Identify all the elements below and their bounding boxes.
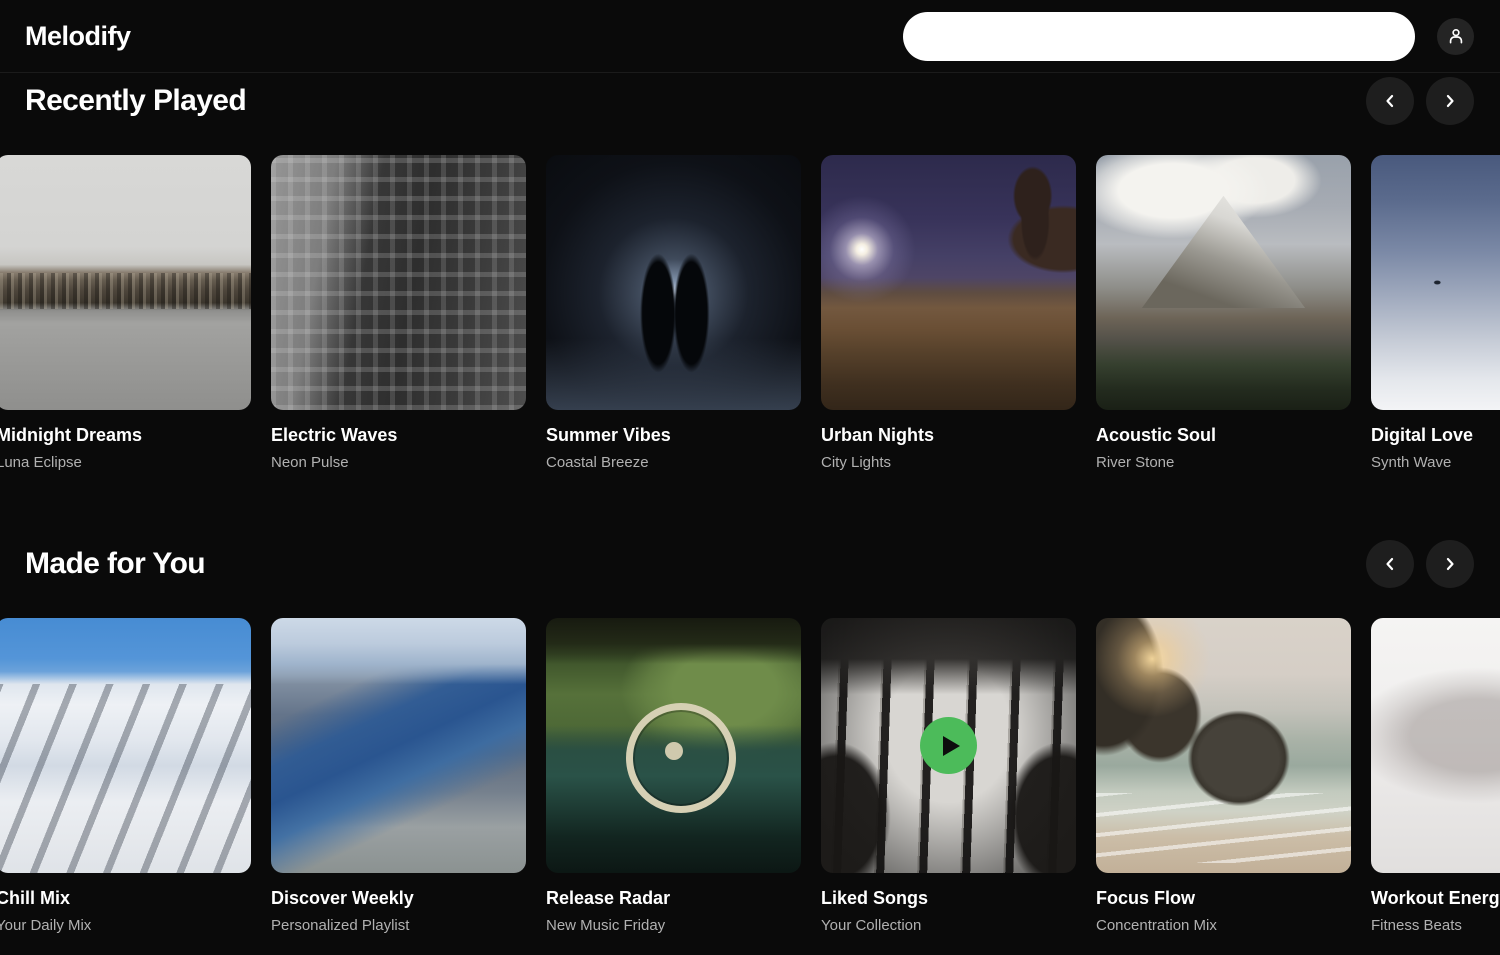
card-title: Liked Songs: [821, 888, 1076, 909]
card-title: Discover Weekly: [271, 888, 526, 909]
playlist-card[interactable]: Electric Waves Neon Pulse: [271, 155, 526, 471]
card-subtitle: New Music Friday: [546, 917, 801, 934]
card-title: Workout Energy: [1371, 888, 1500, 909]
playlist-card[interactable]: Digital Love Synth Wave: [1371, 155, 1500, 471]
card-subtitle: River Stone: [1096, 454, 1351, 471]
carousel-nav: [1366, 540, 1474, 588]
album-art: [0, 618, 251, 873]
playlist-card[interactable]: Summer Vibes Coastal Breeze: [546, 155, 801, 471]
card-title: Release Radar: [546, 888, 801, 909]
playlist-card[interactable]: Discover Weekly Personalized Playlist: [271, 618, 526, 934]
album-art: [1096, 155, 1351, 410]
chevron-right-icon: [1440, 91, 1460, 111]
card-title: Chill Mix: [0, 888, 251, 909]
carousel-next-button[interactable]: [1426, 540, 1474, 588]
card-title: Digital Love: [1371, 425, 1500, 446]
playlist-card[interactable]: Urban Nights City Lights: [821, 155, 1076, 471]
card-subtitle: Concentration Mix: [1096, 917, 1351, 934]
section-header: Recently Played: [0, 77, 1500, 125]
card-title: Focus Flow: [1096, 888, 1351, 909]
app-logo: Melodify: [25, 21, 131, 52]
section-header: Made for You: [0, 540, 1500, 588]
main-content: Recently Played Midnight Dreams Luna E: [0, 77, 1500, 934]
chevron-left-icon: [1380, 91, 1400, 111]
card-title: Electric Waves: [271, 425, 526, 446]
album-art: [1371, 618, 1500, 873]
card-subtitle: Fitness Beats: [1371, 917, 1500, 934]
chevron-right-icon: [1440, 554, 1460, 574]
carousel-nav: [1366, 77, 1474, 125]
profile-button[interactable]: [1437, 18, 1474, 55]
carousel-prev-button[interactable]: [1366, 540, 1414, 588]
album-art: [1096, 618, 1351, 873]
card-subtitle: Your Daily Mix: [0, 917, 251, 934]
album-art: [821, 618, 1076, 873]
album-art: [546, 618, 801, 873]
album-art: [271, 155, 526, 410]
card-title: Midnight Dreams: [0, 425, 251, 446]
card-title: Urban Nights: [821, 425, 1076, 446]
user-icon: [1446, 26, 1466, 46]
section-title: Recently Played: [25, 84, 246, 118]
album-art: [546, 155, 801, 410]
card-subtitle: Neon Pulse: [271, 454, 526, 471]
search-input[interactable]: [903, 12, 1415, 61]
playlist-card[interactable]: Acoustic Soul River Stone: [1096, 155, 1351, 471]
chevron-left-icon: [1380, 554, 1400, 574]
play-icon: [943, 736, 960, 756]
card-title: Acoustic Soul: [1096, 425, 1351, 446]
playlist-card[interactable]: Liked Songs Your Collection: [821, 618, 1076, 934]
playlist-card[interactable]: Release Radar New Music Friday: [546, 618, 801, 934]
album-art: [0, 155, 251, 410]
card-subtitle: Your Collection: [821, 917, 1076, 934]
card-row[interactable]: Midnight Dreams Luna Eclipse Electric Wa…: [0, 155, 1500, 471]
section-title: Made for You: [25, 547, 205, 581]
card-subtitle: Personalized Playlist: [271, 917, 526, 934]
top-bar: Melodify: [0, 0, 1500, 73]
section-recently-played: Recently Played Midnight Dreams Luna E: [0, 77, 1500, 471]
card-title: Summer Vibes: [546, 425, 801, 446]
card-subtitle: Luna Eclipse: [0, 454, 251, 471]
carousel-next-button[interactable]: [1426, 77, 1474, 125]
card-subtitle: City Lights: [821, 454, 1076, 471]
card-subtitle: Coastal Breeze: [546, 454, 801, 471]
playlist-card[interactable]: Chill Mix Your Daily Mix: [0, 618, 251, 934]
section-made-for-you: Made for You Chill Mix Your Daily Mix: [0, 540, 1500, 934]
card-subtitle: Synth Wave: [1371, 454, 1500, 471]
card-row[interactable]: Chill Mix Your Daily Mix Discover Weekly…: [0, 618, 1500, 934]
album-art: [821, 155, 1076, 410]
playlist-card[interactable]: Workout Energy Fitness Beats: [1371, 618, 1500, 934]
play-button[interactable]: [920, 717, 977, 774]
playlist-card[interactable]: Focus Flow Concentration Mix: [1096, 618, 1351, 934]
carousel-prev-button[interactable]: [1366, 77, 1414, 125]
album-art: [1371, 155, 1500, 410]
album-art: [271, 618, 526, 873]
playlist-card[interactable]: Midnight Dreams Luna Eclipse: [0, 155, 251, 471]
